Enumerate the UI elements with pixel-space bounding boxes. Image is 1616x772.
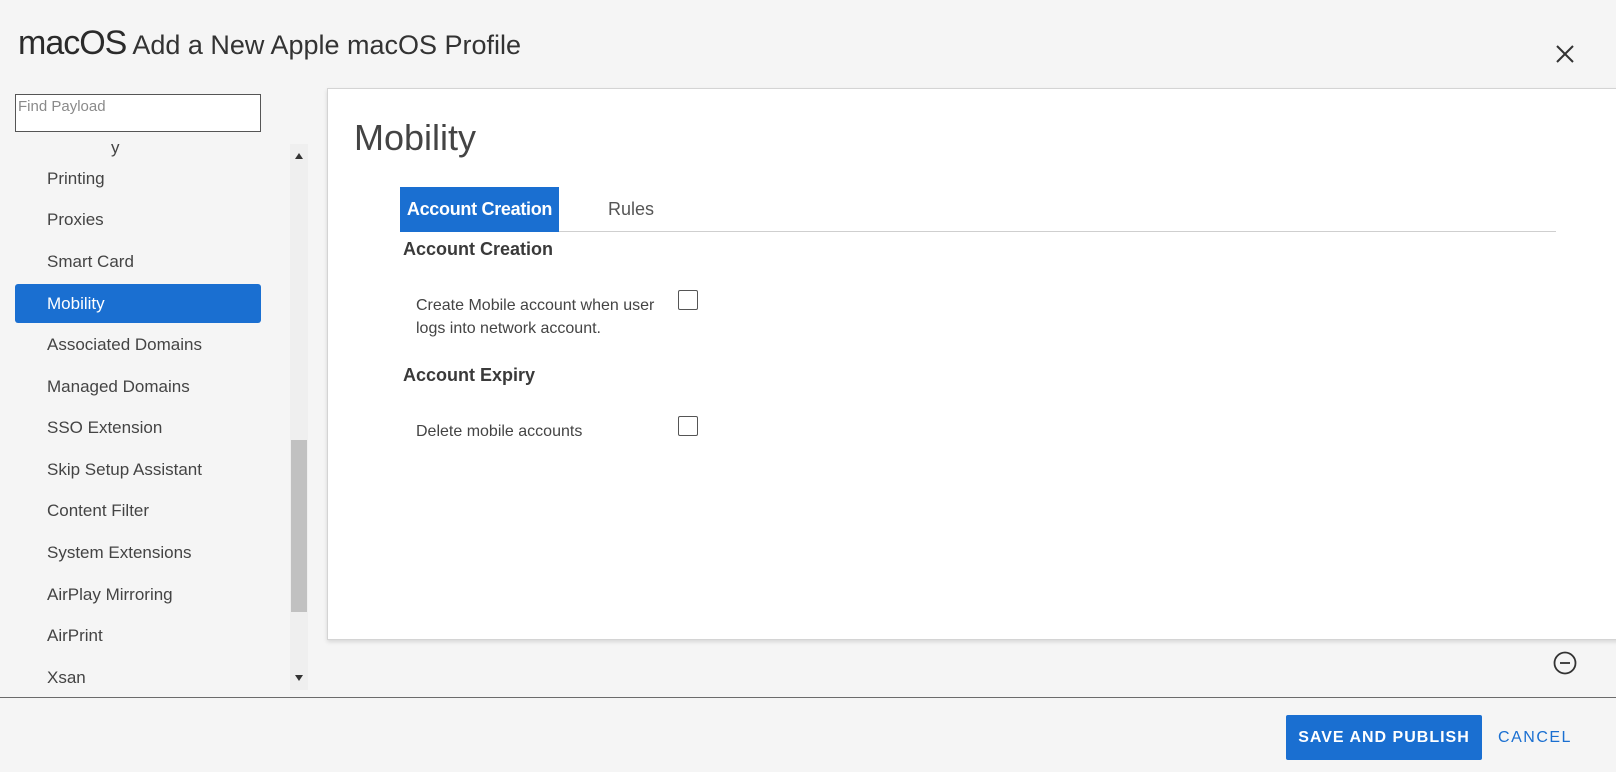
tab-account-creation[interactable]: Account Creation — [400, 187, 559, 232]
page-title: Add a New Apple macOS Profile — [132, 30, 522, 60]
triangle-down-icon — [295, 675, 303, 681]
sidebar-item-smart-card[interactable]: Smart Card — [15, 242, 261, 281]
panel-title: Mobility — [354, 117, 477, 158]
sidebar-item-label: System Extensions — [47, 542, 192, 562]
sidebar-item-sso-extension[interactable]: SSO Extension — [15, 408, 261, 447]
sidebar-item-label: Proxies — [47, 209, 104, 229]
os-label: macOS — [18, 24, 127, 62]
sidebar-item-printing[interactable]: Printing — [15, 159, 261, 198]
sidebar-item-managed-domains[interactable]: Managed Domains — [15, 367, 261, 406]
sidebar-item-associated-domains[interactable]: Associated Domains — [15, 325, 261, 364]
payload-sidebar: y Printing Proxies Smart Card Mobility A… — [0, 144, 308, 690]
sidebar-item-label: SSO Extension — [47, 417, 163, 437]
scroll-down-button[interactable] — [290, 670, 308, 686]
triangle-up-icon — [295, 153, 303, 159]
remove-payload-button[interactable] — [1553, 651, 1577, 675]
sidebar-item-partial: y — [111, 144, 120, 157]
sidebar-item-label: Associated Domains — [47, 334, 202, 354]
sidebar-item-label: Managed Domains — [47, 376, 190, 396]
sidebar-item-label: AirPrint — [47, 625, 103, 645]
page-header: macOS Add a New Apple macOS Profile — [18, 24, 521, 63]
sidebar-item-label: Printing — [47, 168, 105, 188]
create-mobile-account-label: Create Mobile account when user logs int… — [416, 297, 655, 337]
section-heading-account-creation: Account Creation — [403, 239, 554, 259]
sidebar-item-label: AirPlay Mirroring — [47, 584, 173, 604]
section-heading-account-expiry: Account Expiry — [403, 365, 536, 385]
tab-bar: Account Creation Rules — [400, 187, 1556, 232]
close-icon — [1556, 45, 1574, 63]
sidebar-item-content-filter[interactable]: Content Filter — [15, 491, 261, 530]
close-button[interactable] — [1551, 40, 1579, 68]
sidebar-item-airprint[interactable]: AirPrint — [15, 616, 261, 655]
sidebar-item-system-extensions[interactable]: System Extensions — [15, 533, 261, 572]
cancel-button[interactable]: CANCEL — [1495, 715, 1575, 760]
delete-mobile-accounts-checkbox[interactable] — [678, 416, 698, 436]
sidebar-item-skip-setup-assistant[interactable]: Skip Setup Assistant — [15, 450, 261, 489]
sidebar-item-proxies[interactable]: Proxies — [15, 200, 261, 239]
sidebar-item-label: Skip Setup Assistant — [47, 459, 202, 479]
sidebar-item-label: Smart Card — [47, 251, 134, 271]
footer-divider — [0, 697, 1616, 698]
minus-circle-icon — [1553, 651, 1577, 675]
save-and-publish-button[interactable]: SAVE AND PUBLISH — [1286, 715, 1482, 760]
payload-panel: Mobility Account Creation Rules Account … — [327, 88, 1616, 640]
delete-mobile-accounts-label: Delete mobile accounts — [416, 423, 583, 440]
sidebar-item-label: Mobility — [47, 293, 105, 313]
sidebar-item-label: Xsan — [47, 667, 86, 687]
sidebar-item-label: Content Filter — [47, 500, 150, 520]
scroll-up-button[interactable] — [290, 148, 308, 164]
create-mobile-account-checkbox[interactable] — [678, 290, 698, 310]
sidebar-item-xsan[interactable]: Xsan — [15, 658, 261, 690]
sidebar-item-airplay-mirroring[interactable]: AirPlay Mirroring — [15, 575, 261, 614]
find-payload-input[interactable] — [15, 94, 261, 132]
sidebar-item-mobility[interactable]: Mobility — [15, 284, 261, 323]
scrollbar-thumb[interactable] — [291, 440, 307, 612]
tab-rules[interactable]: Rules — [597, 187, 665, 232]
sidebar-scrollbar[interactable] — [290, 144, 308, 690]
